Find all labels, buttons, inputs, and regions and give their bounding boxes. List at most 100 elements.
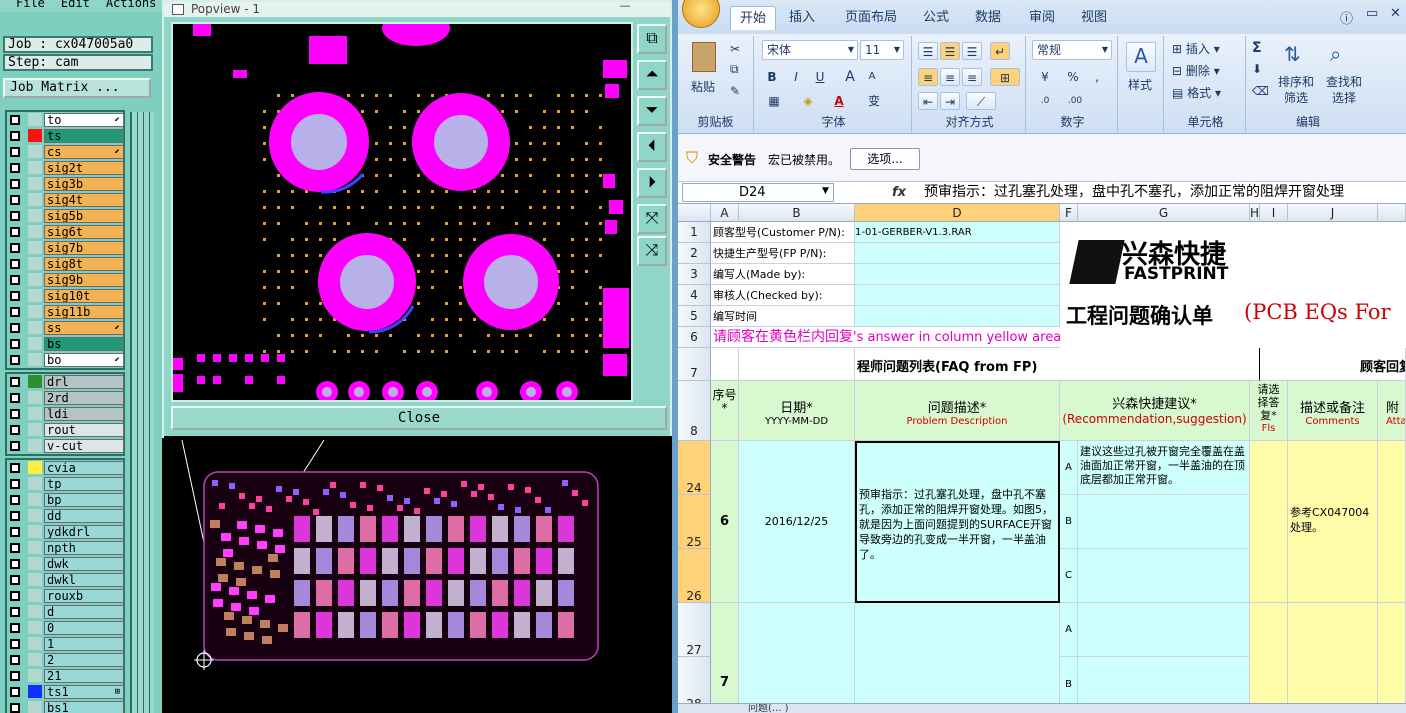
- layer-row[interactable]: ydkdrl: [7, 524, 124, 540]
- cell-reco-a[interactable]: 建议这些过孔被开窗完全覆盖在盖油面加正常开窗，一半盖油的在顶底层都加正常开窗。: [1078, 441, 1250, 495]
- layer-checkbox[interactable]: [10, 543, 20, 553]
- layer-color-swatch[interactable]: [28, 461, 42, 474]
- layer-color-swatch[interactable]: [28, 653, 42, 666]
- cut-icon[interactable]: ✂: [730, 42, 740, 56]
- col-header-k[interactable]: [1378, 204, 1406, 222]
- cell-problem-7[interactable]: [855, 603, 1060, 713]
- cell-date-label[interactable]: 编写时间: [711, 306, 855, 327]
- find-select-button[interactable]: 查找和 选择: [1326, 74, 1362, 106]
- layer-color-swatch[interactable]: [28, 273, 42, 286]
- layer-name[interactable]: bs: [44, 337, 124, 351]
- cell-fp-pn-value[interactable]: [855, 243, 1060, 264]
- layer-checkbox[interactable]: [10, 259, 20, 269]
- copy-icon[interactable]: ⧉: [730, 62, 739, 77]
- layer-checkbox[interactable]: [10, 307, 20, 317]
- layer-checkbox[interactable]: [10, 211, 20, 221]
- layer-row[interactable]: tp: [7, 476, 124, 492]
- row-header-4[interactable]: 4: [678, 285, 711, 306]
- layer-row[interactable]: 2: [7, 652, 124, 668]
- layer-name[interactable]: to ⬋: [44, 113, 124, 127]
- layer-name[interactable]: bs1: [44, 701, 124, 713]
- formula-input[interactable]: 预审指示：过孔塞孔处理，盘中孔不塞孔，添加正常的阻焊开窗处理: [924, 183, 1394, 202]
- hdr-seq[interactable]: 序号*: [711, 381, 739, 441]
- layer-checkbox[interactable]: [10, 323, 20, 333]
- sheet-tab-problems[interactable]: 问题(... ): [748, 704, 789, 713]
- customer-reply-header[interactable]: 顾客回复: [1260, 348, 1406, 381]
- layer-checkbox[interactable]: [10, 163, 20, 173]
- layer-checkbox[interactable]: [10, 559, 20, 569]
- cell-date-value[interactable]: [855, 306, 1060, 327]
- layer-color-swatch[interactable]: [28, 557, 42, 570]
- merge-center-icon[interactable]: ⊞: [990, 68, 1020, 86]
- layer-color-swatch[interactable]: [28, 407, 42, 420]
- layer-checkbox[interactable]: [10, 527, 20, 537]
- layer-name[interactable]: 2: [44, 653, 124, 667]
- tab-view[interactable]: 视图: [1076, 6, 1112, 30]
- layer-checkbox[interactable]: [10, 495, 20, 505]
- col-header-h[interactable]: H: [1250, 204, 1260, 222]
- layer-color-swatch[interactable]: [28, 493, 42, 506]
- layer-name[interactable]: 21: [44, 669, 124, 683]
- cell-option-a-7[interactable]: A: [1060, 603, 1078, 657]
- cell-comment-7[interactable]: [1288, 603, 1378, 713]
- layer-color-swatch[interactable]: [28, 337, 42, 350]
- hdr-choose[interactable]: 请选择答复* Fls: [1250, 381, 1288, 441]
- layer-checkbox[interactable]: [10, 575, 20, 585]
- layer-name[interactable]: sig8t: [44, 257, 124, 271]
- layer-name[interactable]: ts1 ⊞: [44, 685, 124, 699]
- layer-row[interactable]: ts1 ⊞: [7, 684, 124, 700]
- tab-review[interactable]: 审阅: [1024, 6, 1060, 30]
- layer-checkbox[interactable]: [10, 291, 20, 301]
- bold-button[interactable]: B: [762, 68, 782, 88]
- number-format-select[interactable]: 常规 ▼: [1032, 40, 1112, 60]
- layer-color-swatch[interactable]: [28, 113, 42, 126]
- layer-row[interactable]: sig9b: [7, 272, 124, 288]
- layer-row[interactable]: sig3b: [7, 176, 124, 192]
- tab-data[interactable]: 数据: [970, 6, 1006, 30]
- col-header-f[interactable]: F: [1060, 204, 1078, 222]
- layer-name[interactable]: dwk: [44, 557, 124, 571]
- comma-button[interactable]: ,: [1088, 68, 1106, 86]
- layer-color-swatch[interactable]: [28, 353, 42, 366]
- row-header-8[interactable]: 8: [678, 381, 711, 441]
- layer-name[interactable]: 0: [44, 621, 124, 635]
- layer-name[interactable]: npth: [44, 541, 124, 555]
- cell-made-by-label[interactable]: 编写人(Made by):: [711, 264, 855, 285]
- cell-reco-b[interactable]: [1078, 495, 1250, 549]
- cell-fp-pn-label[interactable]: 快捷生产型号(FP P/N):: [711, 243, 855, 264]
- layer-row[interactable]: sig10t: [7, 288, 124, 304]
- align-left-icon[interactable]: ≡: [918, 68, 938, 86]
- cell-date-6[interactable]: 2016/12/25: [739, 441, 855, 603]
- fill-icon[interactable]: ⬇: [1252, 62, 1262, 76]
- layer-checkbox[interactable]: [10, 275, 20, 285]
- layer-color-swatch[interactable]: [28, 129, 42, 142]
- shrink-font-button[interactable]: A: [862, 68, 882, 88]
- autosum-button[interactable]: Σ: [1252, 40, 1262, 56]
- layer-name[interactable]: dd: [44, 509, 124, 523]
- tab-formulas[interactable]: 公式: [918, 6, 954, 30]
- layer-row[interactable]: cs ⬋: [7, 144, 124, 160]
- fill-color-icon[interactable]: ◈: [796, 92, 820, 112]
- layer-color-swatch[interactable]: [28, 257, 42, 270]
- layer-checkbox[interactable]: [10, 425, 20, 435]
- cell-choose-6[interactable]: [1250, 441, 1288, 603]
- layer-name[interactable]: tp: [44, 477, 124, 491]
- popview-canvas[interactable]: [171, 10, 633, 403]
- row-header-26[interactable]: 26: [678, 549, 711, 603]
- orientation-icon[interactable]: ⟋: [966, 92, 996, 110]
- layer-checkbox[interactable]: [10, 409, 20, 419]
- layer-color-swatch[interactable]: [28, 375, 42, 388]
- layer-checkbox[interactable]: [10, 639, 20, 649]
- layer-row[interactable]: dwkl: [7, 572, 124, 588]
- col-header-a[interactable]: A: [711, 204, 739, 222]
- layer-checkbox[interactable]: [10, 115, 20, 125]
- layer-checkbox[interactable]: [10, 511, 20, 521]
- ribbon-minimize-icon[interactable]: ▭: [1366, 6, 1378, 21]
- delete-cells-button[interactable]: ⊟ 删除 ▾: [1172, 62, 1220, 79]
- layer-checkbox[interactable]: [10, 393, 20, 403]
- cell-instruction[interactable]: 请顾客在黄色栏内回复's answer in column yellow are…: [711, 327, 1060, 348]
- layer-checkbox[interactable]: [10, 655, 20, 665]
- layer-color-swatch[interactable]: [28, 391, 42, 404]
- hdr-recommendation[interactable]: 兴森快捷建议* (Recommendation,suggestion): [1060, 381, 1250, 441]
- layer-color-swatch[interactable]: [28, 669, 42, 682]
